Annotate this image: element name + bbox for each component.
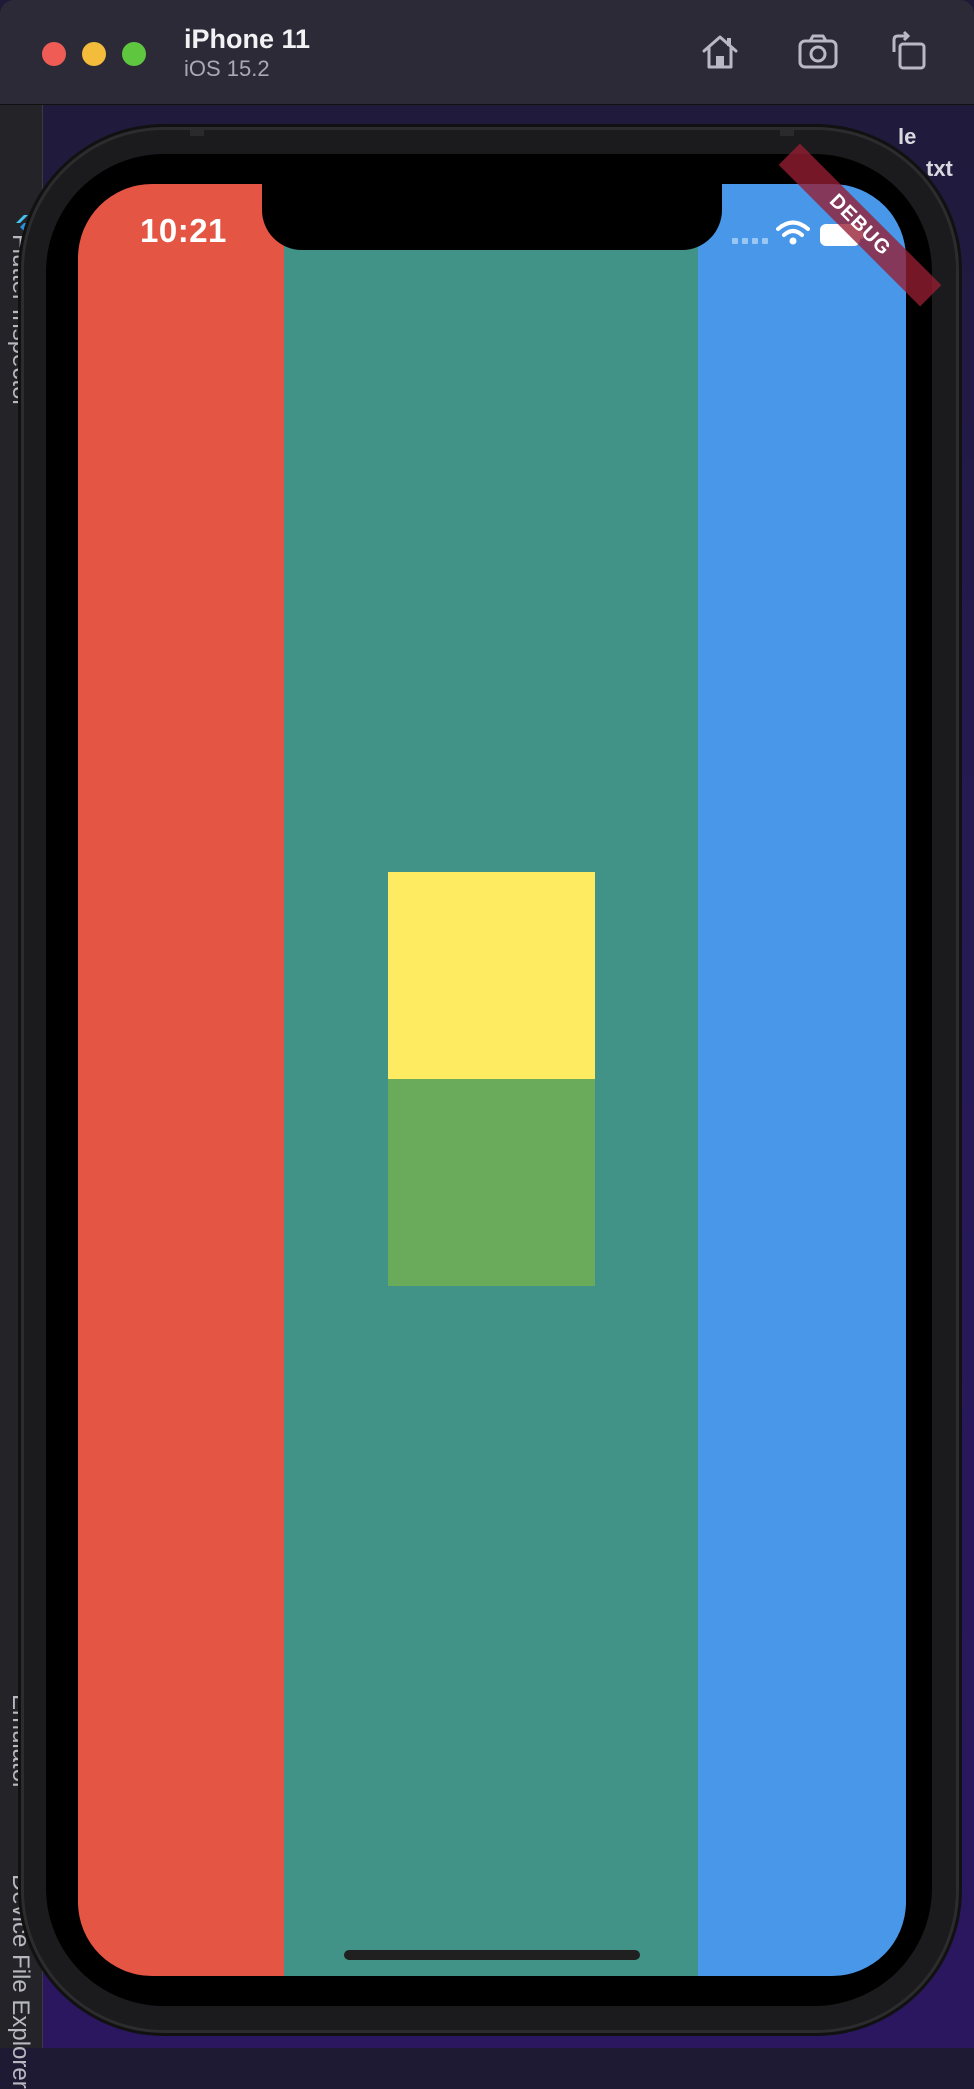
phone-notch (262, 184, 722, 250)
ide-right-text-1: le (898, 124, 917, 149)
ide-right-text-2: txt (926, 156, 953, 181)
wifi-icon (776, 220, 810, 245)
phone-antenna-line (780, 130, 794, 136)
close-window-button[interactable] (42, 42, 66, 66)
zoom-window-button[interactable] (122, 42, 146, 66)
signal-icon (732, 238, 768, 244)
rotate-icon[interactable] (886, 30, 930, 74)
status-bar-time: 10:21 (140, 212, 227, 249)
minimize-window-button[interactable] (82, 42, 106, 66)
left-column (78, 184, 284, 1976)
green-box (388, 1079, 595, 1286)
device-os-version: iOS 15.2 (184, 56, 270, 81)
phone-antenna-line (190, 130, 204, 136)
yellow-box (388, 872, 595, 1079)
device-name: iPhone 11 (184, 24, 311, 54)
phone-screen[interactable] (78, 184, 906, 1976)
home-indicator[interactable] (344, 1950, 640, 1960)
camera-icon[interactable] (796, 30, 840, 74)
home-icon[interactable] (698, 30, 742, 74)
simulator-titlebar: iPhone 11 iOS 15.2 (0, 0, 974, 105)
right-column (698, 184, 906, 1976)
